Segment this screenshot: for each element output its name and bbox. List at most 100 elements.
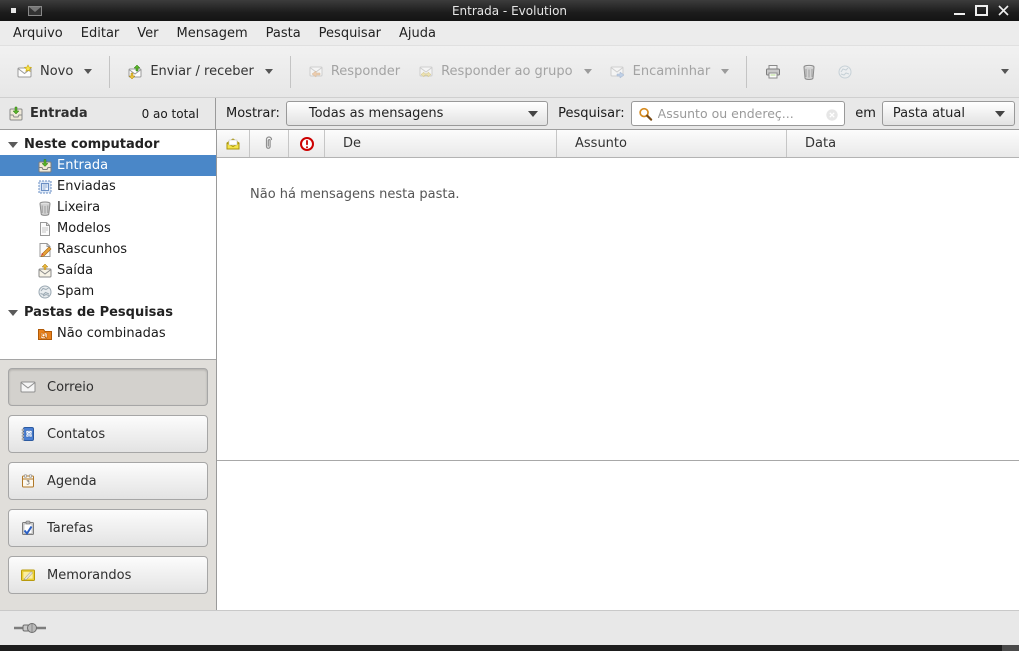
reply-all-dropdown-arrow[interactable] bbox=[584, 69, 592, 74]
send-receive-dropdown-arrow[interactable] bbox=[265, 69, 273, 74]
priority-icon bbox=[299, 136, 315, 152]
forward-label: Encaminhar bbox=[633, 64, 711, 79]
bottom-panel-strip bbox=[0, 645, 1019, 651]
forward-dropdown-arrow[interactable] bbox=[721, 69, 729, 74]
collapse-triangle-icon[interactable] bbox=[8, 310, 18, 316]
current-folder-label: Entrada bbox=[30, 106, 88, 121]
toolbar-separator bbox=[746, 56, 747, 88]
menu-ajuda[interactable]: Ajuda bbox=[390, 23, 445, 44]
folder-spam[interactable]: Spam bbox=[0, 281, 216, 302]
message-list-empty-area[interactable]: Não há mensagens nesta pasta. bbox=[217, 158, 1019, 461]
switcher-label: Contatos bbox=[47, 427, 105, 442]
folder-lixeira[interactable]: Lixeira bbox=[0, 197, 216, 218]
column-de[interactable]: De bbox=[325, 130, 557, 157]
column-label: Assunto bbox=[575, 136, 627, 151]
menu-mensagem[interactable]: Mensagem bbox=[168, 23, 257, 44]
folder-label: Enviadas bbox=[57, 179, 116, 194]
column-label: Data bbox=[805, 136, 836, 151]
minimize-button[interactable] bbox=[953, 5, 966, 16]
column-assunto[interactable]: Assunto bbox=[557, 130, 787, 157]
preview-pane[interactable] bbox=[217, 461, 1019, 610]
search-input[interactable] bbox=[658, 106, 826, 121]
search-icon[interactable] bbox=[638, 106, 653, 121]
new-mail-icon bbox=[17, 64, 33, 80]
menu-arquivo[interactable]: Arquivo bbox=[4, 23, 72, 44]
menu-pesquisar[interactable]: Pesquisar bbox=[310, 23, 390, 44]
send-receive-label: Enviar / receber bbox=[150, 64, 254, 79]
send-receive-icon bbox=[127, 64, 143, 80]
folder-label: Não combinadas bbox=[57, 326, 166, 341]
folder-enviadas[interactable]: Enviadas bbox=[0, 176, 216, 197]
outbox-icon bbox=[37, 263, 53, 279]
folder-label: Spam bbox=[57, 284, 94, 299]
calendar-icon: 3 bbox=[20, 473, 36, 489]
switcher-label: Tarefas bbox=[47, 521, 93, 536]
column-attachment[interactable] bbox=[250, 130, 289, 157]
column-priority[interactable] bbox=[289, 130, 325, 157]
close-button[interactable] bbox=[997, 5, 1010, 16]
inbox-icon bbox=[37, 158, 53, 174]
toolbar-separator bbox=[109, 56, 110, 88]
online-status-icon[interactable] bbox=[13, 620, 47, 636]
empty-folder-text: Não há mensagens nesta pasta. bbox=[250, 187, 460, 202]
toolbar-overflow-arrow[interactable] bbox=[1001, 69, 1009, 74]
search-scope-value: Pasta atual bbox=[883, 106, 965, 121]
contacts-icon: @ bbox=[20, 426, 36, 442]
junk-button[interactable] bbox=[827, 57, 863, 87]
switcher-contatos[interactable]: @ Contatos bbox=[8, 415, 208, 453]
chevron-down-icon bbox=[528, 111, 538, 117]
new-message-button[interactable]: Novo bbox=[8, 57, 101, 87]
clear-search-icon[interactable] bbox=[825, 107, 839, 121]
folder-modelos[interactable]: Modelos bbox=[0, 218, 216, 239]
folder-entrada[interactable]: Entrada bbox=[0, 155, 216, 176]
mostrar-label: Mostrar: bbox=[226, 106, 280, 121]
window-title: Entrada - Evolution bbox=[0, 4, 1019, 18]
reply-button[interactable]: Responder bbox=[299, 57, 409, 87]
maximize-button[interactable] bbox=[975, 5, 988, 16]
switcher-correio[interactable]: Correio bbox=[8, 368, 208, 406]
switcher-tarefas[interactable]: Tarefas bbox=[8, 509, 208, 547]
view-switcher: Correio @ Contatos 3 Agenda bbox=[0, 360, 216, 610]
send-receive-button[interactable]: Enviar / receber bbox=[118, 57, 282, 87]
trash-icon bbox=[801, 64, 817, 80]
reply-icon bbox=[308, 64, 324, 80]
svg-text:@: @ bbox=[26, 432, 32, 438]
menu-pasta[interactable]: Pasta bbox=[257, 23, 310, 44]
toolbar: Novo Enviar / receber Responder Responde… bbox=[0, 46, 1019, 98]
tree-group-label: Neste computador bbox=[24, 137, 159, 152]
column-status[interactable] bbox=[217, 130, 250, 157]
reply-all-icon bbox=[418, 64, 434, 80]
evolution-window: Entrada - Evolution Arquivo Editar Ver M… bbox=[0, 0, 1019, 651]
reply-label: Responder bbox=[331, 64, 400, 79]
filter-bar: Entrada 0 ao total Mostrar: Todas as men… bbox=[0, 98, 1019, 130]
mail-icon bbox=[20, 379, 36, 395]
show-filter-dropdown[interactable]: Todas as mensagens bbox=[286, 101, 548, 126]
folder-rascunhos[interactable]: Rascunhos bbox=[0, 239, 216, 260]
message-list-header: De Assunto Data bbox=[217, 130, 1019, 158]
folder-label: Lixeira bbox=[57, 200, 100, 215]
titlebar: Entrada - Evolution bbox=[0, 0, 1019, 21]
tasks-icon bbox=[20, 520, 36, 536]
menu-ver[interactable]: Ver bbox=[128, 23, 167, 44]
new-message-label: Novo bbox=[40, 64, 73, 79]
forward-icon bbox=[610, 64, 626, 80]
folder-label: Modelos bbox=[57, 221, 111, 236]
column-label: De bbox=[343, 136, 361, 151]
search-scope-dropdown[interactable]: Pasta atual bbox=[882, 101, 1015, 126]
folder-nao-combinadas[interactable]: Não combinadas bbox=[0, 323, 216, 344]
search-box[interactable] bbox=[631, 101, 846, 126]
reply-all-button[interactable]: Responder ao grupo bbox=[409, 57, 601, 87]
folder-saida[interactable]: Saída bbox=[0, 260, 216, 281]
tree-group-this-computer[interactable]: Neste computador bbox=[0, 134, 216, 155]
column-data[interactable]: Data bbox=[787, 130, 1019, 157]
collapse-triangle-icon[interactable] bbox=[8, 142, 18, 148]
pesquisar-label: Pesquisar: bbox=[558, 106, 625, 121]
forward-button[interactable]: Encaminhar bbox=[601, 57, 739, 87]
delete-button[interactable] bbox=[791, 57, 827, 87]
tree-group-search-folders[interactable]: Pastas de Pesquisas bbox=[0, 302, 216, 323]
switcher-memorandos[interactable]: Memorandos bbox=[8, 556, 208, 594]
menu-editar[interactable]: Editar bbox=[72, 23, 129, 44]
new-message-dropdown-arrow[interactable] bbox=[84, 69, 92, 74]
print-button[interactable] bbox=[755, 57, 791, 87]
switcher-agenda[interactable]: 3 Agenda bbox=[8, 462, 208, 500]
